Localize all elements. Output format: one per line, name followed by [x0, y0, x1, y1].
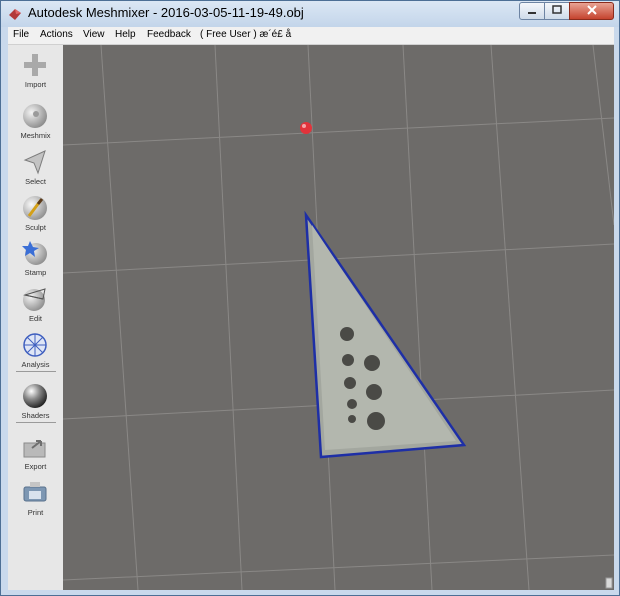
menu-view[interactable]: View	[83, 29, 105, 40]
title-bar[interactable]: Autodesk Meshmixer - 2016-03-05-11-19-49…	[1, 1, 619, 27]
analysis-label: Analysis	[21, 360, 50, 369]
shaders-label: Shaders	[21, 411, 50, 420]
meshmix-button[interactable]: Meshmix	[8, 100, 63, 144]
edit-label: Edit	[29, 314, 42, 323]
menu-file[interactable]: File	[13, 29, 29, 40]
select-label: Select	[25, 177, 46, 186]
meshmix-sphere-icon	[23, 104, 47, 128]
export-button[interactable]: Export	[8, 431, 63, 475]
sculpt-button[interactable]: Sculpt	[8, 192, 63, 236]
cursor-arrow-icon	[23, 150, 46, 175]
sculpt-brush-icon	[23, 196, 47, 220]
minimize-button[interactable]	[519, 2, 545, 20]
maximize-icon	[552, 5, 562, 14]
export-label: Export	[24, 462, 47, 471]
3d-model-triangle-ruler[interactable]	[304, 210, 467, 459]
analysis-wireframe-icon	[23, 333, 47, 357]
print-label: Print	[27, 508, 44, 517]
menu-bar: File Actions View Help Feedback ( Free U…	[8, 27, 614, 45]
menu-user-status[interactable]: ( Free User ) æ´é£ å	[200, 29, 291, 40]
stamp-label: Stamp	[24, 268, 47, 277]
import-label: Import	[24, 80, 47, 89]
printer-icon	[23, 482, 47, 502]
stamp-button[interactable]: Stamp	[8, 237, 63, 281]
meshmixer-logo-icon	[9, 9, 21, 20]
edit-mesh-icon	[23, 288, 46, 311]
resize-grip-icon[interactable]	[605, 577, 613, 589]
shaders-button[interactable]: Shaders	[8, 380, 63, 424]
close-icon	[586, 5, 597, 15]
meshmix-label: Meshmix	[20, 131, 51, 140]
toolbar-divider	[16, 371, 56, 372]
pivot-point-icon[interactable]	[300, 122, 312, 134]
shader-ball-icon	[23, 384, 47, 408]
app-window: Autodesk Meshmixer - 2016-03-05-11-19-49…	[0, 0, 620, 596]
tool-sidebar: Import Meshmix Select Sculpt Stamp Edit …	[8, 45, 64, 590]
menu-actions[interactable]: Actions	[40, 29, 73, 40]
plus-icon	[24, 54, 46, 76]
window-title: Autodesk Meshmixer - 2016-03-05-11-19-49…	[28, 5, 304, 20]
print-button[interactable]: Print	[8, 477, 63, 521]
sculpt-label: Sculpt	[25, 223, 46, 232]
menu-feedback[interactable]: Feedback	[147, 29, 191, 40]
maximize-button[interactable]	[544, 2, 570, 20]
export-folder-icon	[23, 440, 46, 458]
analysis-button[interactable]: Analysis	[8, 329, 63, 373]
edit-button[interactable]: Edit	[8, 283, 63, 327]
select-button[interactable]: Select	[8, 146, 63, 190]
toolbar-divider	[16, 422, 56, 423]
stamp-icon	[22, 241, 47, 265]
scene-canvas	[63, 45, 614, 590]
minimize-icon	[528, 12, 536, 14]
menu-help[interactable]: Help	[115, 29, 136, 40]
3d-viewport[interactable]	[63, 45, 614, 590]
close-button[interactable]	[569, 2, 614, 20]
import-button[interactable]: Import	[8, 49, 63, 93]
